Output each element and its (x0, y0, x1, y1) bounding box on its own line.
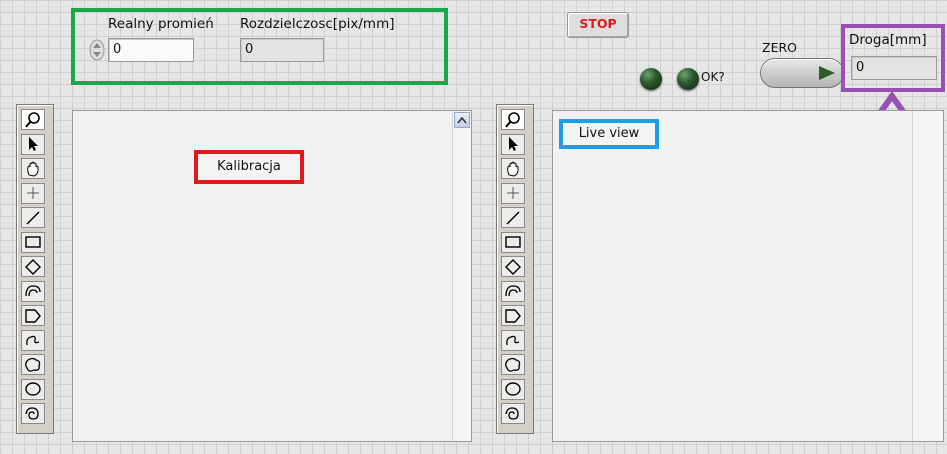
polygon-icon[interactable] (501, 305, 525, 326)
zoom-icon[interactable] (501, 109, 525, 130)
left-tool-palette (16, 104, 54, 434)
crosshair-icon[interactable] (501, 182, 525, 204)
arrow-right-icon (819, 66, 835, 80)
oval-icon[interactable] (501, 378, 525, 400)
rectangle-icon[interactable] (501, 231, 525, 253)
spiral-icon[interactable] (501, 403, 525, 424)
crosshair-icon[interactable] (21, 182, 45, 204)
annulus-icon[interactable] (21, 280, 45, 302)
spinner-arrows-icon[interactable] (88, 38, 106, 62)
zero-label: ZERO (762, 40, 797, 55)
scroll-up-icon[interactable] (454, 112, 470, 128)
live-view-label: Live view (559, 119, 659, 149)
pointer-icon[interactable] (21, 133, 45, 155)
spiral-icon[interactable] (21, 403, 45, 424)
stop-button[interactable]: STOP (567, 12, 629, 38)
freehand-line-icon[interactable] (501, 329, 525, 351)
line-icon[interactable] (501, 207, 525, 228)
right-tool-palette (496, 104, 534, 434)
rotated-rect-icon[interactable] (501, 256, 525, 277)
resolution-display: 0 (240, 38, 324, 62)
polygon-icon[interactable] (21, 305, 45, 326)
pan-icon[interactable] (501, 158, 525, 179)
freehand-region-icon[interactable] (21, 354, 45, 375)
oval-icon[interactable] (21, 378, 45, 400)
status-led-1 (640, 68, 662, 90)
ok-label: OK? (701, 70, 725, 84)
annulus-icon[interactable] (501, 280, 525, 302)
right-scrollbar[interactable] (912, 111, 943, 441)
radius-input[interactable]: 0 (108, 38, 194, 62)
zero-button[interactable] (760, 58, 844, 88)
freehand-region-icon[interactable] (501, 354, 525, 375)
freehand-line-icon[interactable] (21, 329, 45, 351)
distance-label: Droga[mm] (849, 32, 927, 48)
resolution-label: Rozdzielczosc[pix/mm] (240, 16, 395, 32)
distance-display: 0 (851, 56, 937, 80)
line-icon[interactable] (21, 207, 45, 228)
left-scrollbar[interactable] (452, 111, 471, 441)
rectangle-icon[interactable] (21, 231, 45, 253)
zoom-icon[interactable] (21, 109, 45, 130)
rotated-rect-icon[interactable] (21, 256, 45, 277)
radius-spinner[interactable] (88, 38, 106, 62)
pan-icon[interactable] (21, 158, 45, 179)
right-image-display[interactable] (552, 110, 944, 442)
calibration-label: Kalibracja (194, 150, 304, 184)
pointer-icon[interactable] (501, 133, 525, 155)
radius-label: Realny promień (108, 16, 214, 32)
status-led-2 (677, 68, 699, 90)
